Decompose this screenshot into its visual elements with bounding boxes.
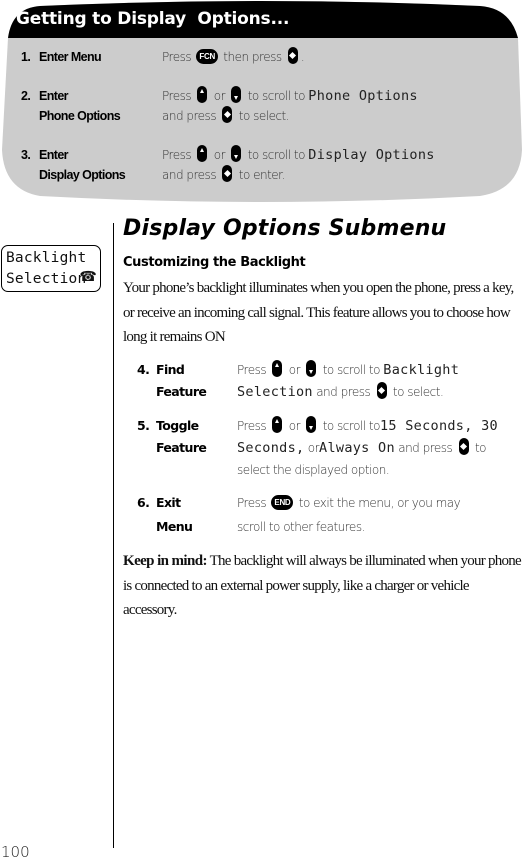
up-key-icon	[272, 360, 283, 377]
step-description: Press or to scroll to Phone Options and …	[162, 86, 418, 126]
up-key-icon	[272, 416, 283, 433]
step-label-line: Feature	[156, 384, 207, 399]
select-key-icon	[222, 165, 233, 182]
up-key-icon	[197, 86, 208, 103]
desc-text: Press	[237, 363, 267, 377]
step-label-line: Display Options	[39, 168, 126, 182]
lcd-text: Backlight	[383, 362, 460, 378]
desc-text: to scroll to	[247, 89, 306, 103]
desc-text: or	[307, 441, 320, 455]
desc-text: or	[213, 148, 226, 162]
select-key-icon	[222, 106, 233, 123]
desc-text: Press	[162, 89, 192, 103]
step-label-line: Exit	[156, 495, 181, 510]
desc-text: to select.	[238, 109, 290, 123]
getting-to-display-options-panel: Getting to Display Options... 1. Enter Me…	[0, 0, 525, 205]
desc-text: to scroll to	[247, 148, 306, 162]
lcd-display-preview: Backlight Selection ☎	[1, 245, 101, 292]
down-key-icon	[306, 416, 317, 433]
desc-text: and press	[316, 385, 371, 399]
desc-text: to exit the menu, or you may	[298, 496, 461, 510]
step-number: 4.	[137, 362, 150, 377]
step-label: 2. Enter Phone Options	[21, 86, 121, 126]
desc-text: or	[213, 89, 226, 103]
step-number: 6.	[137, 495, 150, 510]
section-title: Display Options Submenu	[123, 216, 447, 241]
step-label-line: Feature	[156, 440, 207, 455]
desc-text: to enter.	[238, 168, 286, 182]
step-description: Press or to scroll to15 Seconds, 30 Seco…	[237, 415, 498, 481]
desc-text: Press	[162, 50, 192, 64]
lcd-text: Phone Options	[308, 88, 418, 104]
up-key-icon	[197, 145, 208, 162]
step-label-line: Menu	[156, 519, 193, 534]
step-description: Press END to exit the menu, or you may s…	[237, 491, 461, 539]
lcd-line: Backlight	[6, 250, 87, 266]
lcd-text: Seconds,	[237, 440, 305, 456]
step-label: 5. Toggle Feature	[137, 415, 207, 459]
keep-in-mind-note: Keep in mind: The backlight will always …	[123, 549, 523, 623]
fcn-key-icon: FCN	[196, 49, 218, 64]
desc-text: scroll to other features.	[237, 520, 365, 534]
step-label: 3. Enter Display Options	[21, 145, 126, 185]
keep-in-mind-label: Keep in mind:	[123, 553, 207, 569]
desc-text: to scroll to	[322, 419, 381, 433]
step-label-line: Phone Options	[39, 109, 121, 123]
select-key-icon	[376, 382, 387, 399]
step-label-line: Enter	[39, 89, 69, 103]
step-number: 1.	[21, 50, 31, 64]
step-label-line: Enter Menu	[39, 50, 102, 64]
desc-text: select the displayed option.	[237, 463, 390, 477]
desc-text: to select.	[392, 385, 444, 399]
page-number: 100	[1, 843, 30, 861]
step-description: Press or to scroll to Display Options an…	[162, 145, 435, 185]
desc-text: and press	[162, 168, 217, 182]
lcd-text: Display Options	[308, 147, 435, 163]
desc-text: to	[474, 441, 487, 455]
down-key-icon	[231, 86, 242, 103]
step-label: 4. Find Feature	[137, 359, 207, 403]
down-key-icon	[231, 145, 242, 162]
intro-paragraph: Your phone’s backlight illuminates when …	[123, 280, 514, 345]
step-number: 2.	[21, 89, 31, 103]
step-description: Press or to scroll to Backlight Selectio…	[237, 359, 459, 403]
step-label-line: Find	[156, 362, 185, 377]
select-key-icon	[458, 438, 469, 455]
desc-text: or	[288, 363, 301, 377]
lcd-text: 15 Seconds, 30	[379, 418, 498, 434]
step-label: 6. Exit Menu	[137, 491, 193, 539]
phone-icon: ☎	[79, 269, 97, 285]
step-label-line: Toggle	[156, 418, 199, 433]
step-label: 1. Enter Menu	[21, 47, 102, 67]
lcd-text: Selection	[237, 384, 313, 400]
step-description: Press FCN then press .	[162, 47, 305, 67]
column-divider	[113, 223, 114, 848]
down-key-icon	[306, 360, 317, 377]
desc-text: .	[300, 50, 305, 64]
desc-text: and press	[398, 441, 453, 455]
desc-text: then press	[223, 50, 282, 64]
desc-text: Press	[237, 496, 267, 510]
desc-text: Press	[237, 419, 267, 433]
step-number: 3.	[21, 148, 31, 162]
select-key-icon	[287, 47, 298, 64]
subheading: Customizing the Backlight	[123, 255, 306, 270]
panel-title: Getting to Display Options...	[16, 9, 290, 29]
desc-text: to scroll to	[322, 363, 381, 377]
step-number: 5.	[137, 418, 150, 433]
step-label-line: Enter	[39, 148, 69, 162]
desc-text: or	[288, 419, 301, 433]
end-key-icon: END	[271, 495, 294, 510]
desc-text: and press	[162, 109, 217, 123]
lcd-text: Always On	[319, 440, 395, 456]
desc-text: Press	[162, 148, 192, 162]
